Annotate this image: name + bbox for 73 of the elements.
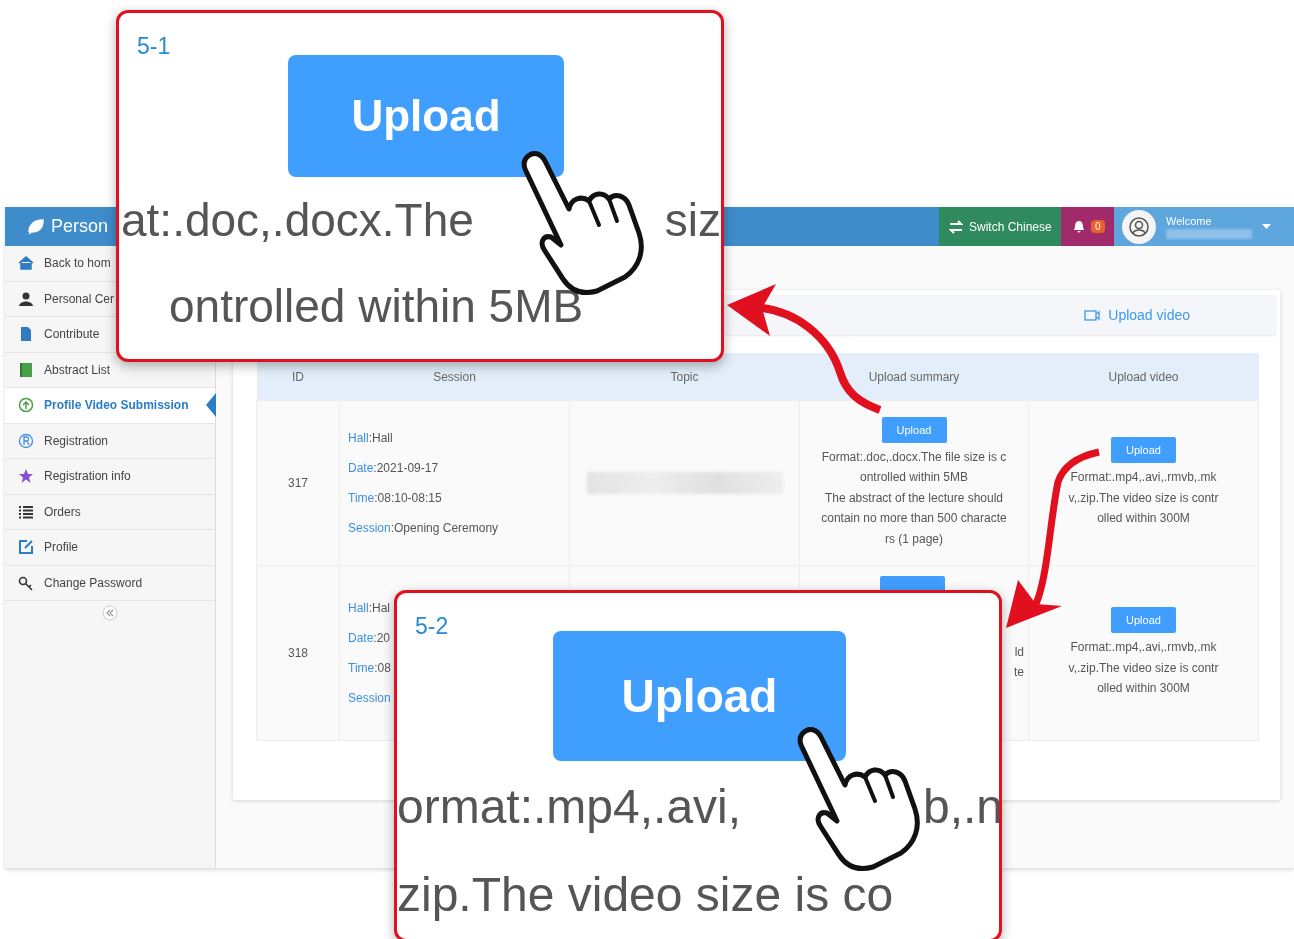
collapse-icon: [102, 605, 118, 621]
notification-count: 0: [1091, 220, 1105, 233]
session-detail: Session: [348, 690, 391, 707]
sidebar-item[interactable]: Back to hom: [44, 256, 111, 271]
upload-button[interactable]: Upload: [881, 416, 947, 443]
zoomed-hint-text: ontrolled within 5MB: [169, 283, 584, 329]
upload-button[interactable]: Upload: [1111, 607, 1176, 634]
step-number: 5-1: [137, 33, 171, 60]
column-header: Upload video: [1028, 353, 1259, 401]
upload-button[interactable]: Upload: [1111, 437, 1176, 464]
pointing-hand-icon: [797, 727, 920, 871]
session-detail: Hall:Hall: [348, 430, 393, 447]
avatar[interactable]: [1122, 209, 1156, 244]
sidebar-item[interactable]: Change Password: [44, 575, 143, 590]
upload-hint: Format:.mp4,.avi,.rmvb,.mk: [1069, 639, 1218, 657]
registered-mark-icon: [18, 432, 34, 449]
person-icon: [18, 290, 34, 307]
house-icon: [18, 255, 34, 272]
session-detail: Date:20: [348, 630, 391, 647]
bell-icon: [1073, 220, 1085, 233]
upload-button[interactable]: Upload: [288, 55, 564, 177]
sidebar-item[interactable]: Abstract List: [44, 362, 111, 377]
upload-hint: Format:.mp4,.avi,.rmvb,.mk: [1069, 469, 1218, 487]
session-detail: Time:08: [348, 660, 391, 677]
leaf-icon: [27, 217, 45, 236]
notifications-button[interactable]: 0: [1061, 207, 1114, 246]
key-icon: [18, 574, 34, 591]
session-detail: Session:Opening Ceremony: [348, 520, 499, 537]
video-camera-icon: [1084, 308, 1101, 322]
upload-hint: ontrolled within 5MB: [858, 469, 970, 487]
upload-hint: rs (1 page): [884, 530, 944, 548]
caret-icon: [1262, 224, 1271, 229]
upload-hint: te: [1013, 664, 1024, 681]
welcome-label: Welcome: [1166, 214, 1213, 227]
upload-hint: Format:.doc,.docx.The file size is c: [820, 448, 1008, 466]
pencil-square-icon: [18, 539, 34, 556]
sidebar-item[interactable]: Orders: [44, 504, 81, 519]
book-icon: [18, 361, 34, 378]
column-header: Upload summary: [799, 353, 1029, 401]
list-icon: [18, 503, 34, 520]
zoomed-hint-text: ormat:.mp4,.avi,: [397, 783, 742, 831]
step-number: 5-2: [415, 613, 449, 640]
upload-video-link[interactable]: Upload video: [1084, 307, 1190, 323]
sidebar-item[interactable]: Personal Cer: [44, 291, 115, 306]
sidebar-item[interactable]: Profile: [44, 540, 78, 555]
id-cell: 318: [256, 565, 340, 741]
session-detail: Time:08:10-08:15: [348, 490, 442, 507]
sidebar-item[interactable]: Registration: [44, 433, 109, 448]
id-cell: 317: [256, 400, 340, 566]
document-icon: [18, 326, 34, 343]
zoomed-hint-text: siz: [664, 197, 721, 243]
upload-button[interactable]: Upload: [553, 631, 846, 761]
upload-hint: olled within 300M: [1096, 510, 1191, 528]
app-brand[interactable]: Person: [27, 216, 109, 237]
user-silhouette-icon: [1129, 216, 1149, 237]
upload-circle-icon: [18, 397, 34, 414]
swap-arrows-icon: [949, 219, 963, 234]
session-detail: Hall:Hal: [348, 600, 390, 617]
app-title: Person: [51, 216, 109, 237]
upload-hint: ld: [1013, 644, 1024, 661]
zoomed-hint-text: zip.The video size is co: [397, 871, 894, 919]
upload-hint: v,.zip.The video size is contr: [1067, 489, 1220, 507]
upload-hint: contain no more than 500 characte: [820, 510, 1008, 528]
switch-language-button[interactable]: Switch Chinese: [939, 207, 1061, 246]
sidebar-item[interactable]: Registration info: [44, 469, 131, 484]
upload-hint: olled within 300M: [1096, 680, 1191, 698]
upload-hint: The abstract of the lecture should: [823, 489, 1005, 507]
upload-hint: v,.zip.The video size is contr: [1067, 659, 1220, 677]
sidebar-item[interactable]: Profile Video Submission: [5, 388, 215, 424]
sidebar-item[interactable]: Contribute: [44, 327, 100, 342]
zoomed-hint-text: at:.doc,.docx.The: [121, 197, 474, 243]
star-icon: [18, 468, 34, 485]
session-detail: Date:2021-09-17: [348, 460, 439, 477]
